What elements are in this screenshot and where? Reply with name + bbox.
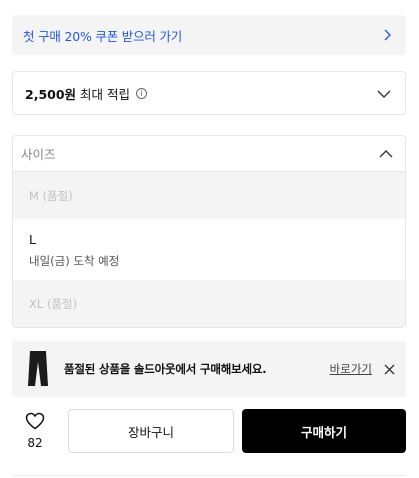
go-link[interactable]: 바로가기 (330, 361, 372, 377)
pants-thumbnail-icon (24, 349, 52, 389)
size-dropdown[interactable]: 사이즈 M (품절) L 내일(금) 도착 예정 XL (품절) (12, 135, 406, 328)
soldout-message: 품절된 상품을 솔드아웃에서 구매해보세요. (64, 362, 267, 376)
info-icon[interactable]: i (136, 87, 148, 99)
size-option-label: L (29, 232, 36, 247)
chevron-up-icon (379, 144, 393, 163)
size-option-label: XL (품절) (29, 296, 78, 311)
chevron-down-icon (377, 84, 391, 103)
size-option-m: M (품절) (13, 172, 405, 219)
soldout-banner: 품절된 상품을 솔드아웃에서 구매해보세요. 바로가기 (12, 341, 406, 397)
divider (12, 475, 406, 476)
first-purchase-coupon-banner[interactable]: 첫 구매 20% 쿠폰 받으러 가기 (12, 15, 406, 55)
cart-button[interactable]: 장바구니 (68, 409, 234, 453)
coupon-text: 첫 구매 20% 쿠폰 받으러 가기 (23, 28, 183, 44)
heart-icon (25, 412, 45, 434)
purchase-actions: 82 장바구니 구매하기 (12, 409, 406, 453)
size-option-xl: XL (품절) (13, 280, 405, 327)
chevron-right-icon (380, 28, 394, 42)
delivery-estimate: 내일(금) 도착 예정 (29, 254, 120, 268)
close-icon[interactable] (382, 362, 396, 376)
points-amount: 2,500원 (25, 86, 77, 102)
buy-button[interactable]: 구매하기 (242, 409, 406, 453)
points-label: 최대 적립 (80, 86, 131, 102)
size-option-l[interactable]: L 내일(금) 도착 예정 (13, 219, 405, 280)
size-placeholder: 사이즈 (21, 147, 56, 162)
like-count: 82 (27, 436, 43, 450)
like-button[interactable]: 82 (12, 409, 58, 453)
points-summary: 2,500원 최대 적립 i (25, 84, 148, 103)
size-option-label: M (품절) (29, 188, 73, 203)
size-dropdown-header[interactable]: 사이즈 (13, 136, 405, 172)
points-accordion[interactable]: 2,500원 최대 적립 i (12, 71, 406, 115)
